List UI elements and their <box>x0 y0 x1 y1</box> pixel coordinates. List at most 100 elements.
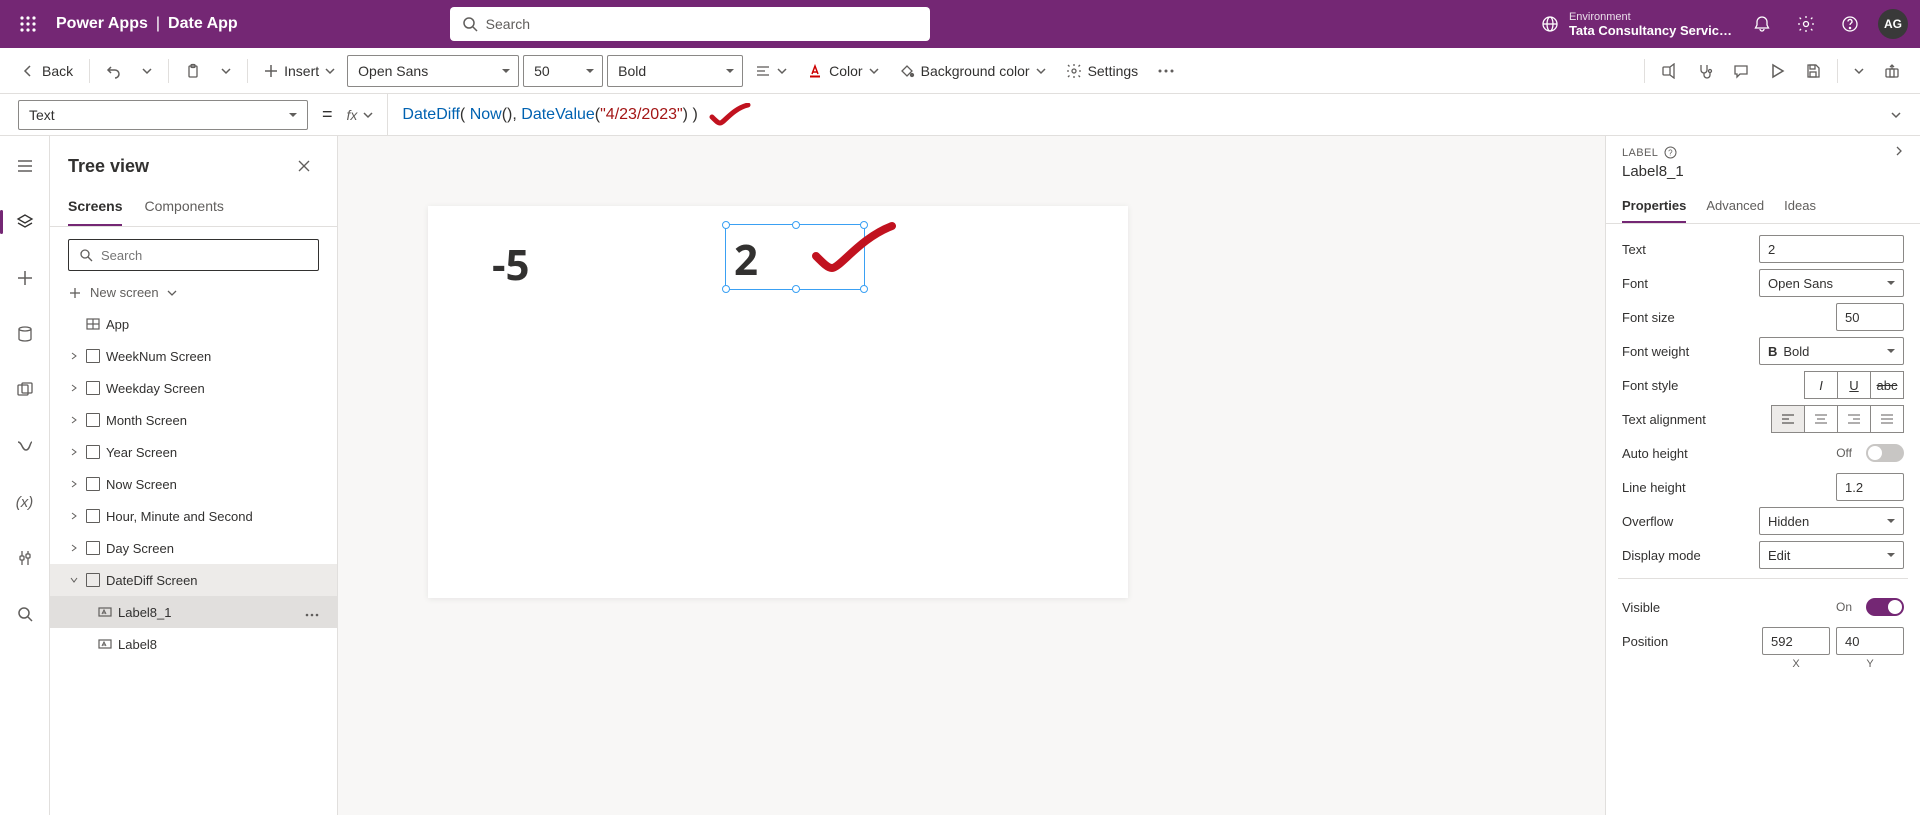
italic-button[interactable]: I <box>1804 371 1838 399</box>
prop-value: 2 <box>1768 242 1775 257</box>
props-tab-advanced[interactable]: Advanced <box>1706 192 1764 223</box>
tab-components[interactable]: Components <box>144 190 223 226</box>
formula-input[interactable]: DateDiff( Now(), DateValue("4/23/2023") … <box>402 103 751 127</box>
font-family-select[interactable]: Open Sans <box>347 55 519 87</box>
align-left-button[interactable] <box>1771 405 1805 433</box>
align-right-button[interactable] <box>1837 405 1871 433</box>
autoheight-toggle[interactable] <box>1866 444 1904 462</box>
visible-toggle[interactable] <box>1866 598 1904 616</box>
save-button[interactable] <box>1797 55 1829 87</box>
paste-button[interactable] <box>177 55 209 87</box>
back-button[interactable]: Back <box>12 55 81 87</box>
font-size-input[interactable]: 50 <box>523 55 603 87</box>
align-icon <box>755 63 771 79</box>
fx-button[interactable]: fx <box>347 94 389 135</box>
resize-handle[interactable] <box>792 221 800 229</box>
prop-value: Open Sans <box>1768 276 1833 291</box>
rail-insert[interactable] <box>7 260 43 296</box>
environment-picker[interactable]: Environment Tata Consultancy Servic… <box>1541 11 1732 38</box>
tree-search[interactable] <box>68 239 319 271</box>
new-screen-button[interactable]: New screen <box>50 277 337 308</box>
more-button[interactable] <box>1150 55 1182 87</box>
info-icon[interactable]: ? <box>1664 146 1677 159</box>
strikethrough-button[interactable]: abc <box>1870 371 1904 399</box>
prop-fontweight-select[interactable]: BBold <box>1759 337 1904 365</box>
underline-button[interactable]: U <box>1837 371 1871 399</box>
background-color-button[interactable]: Background color <box>891 55 1054 87</box>
settings-icon[interactable] <box>1784 0 1828 48</box>
resize-handle[interactable] <box>792 285 800 293</box>
paste-menu[interactable] <box>213 55 239 87</box>
publish-button[interactable] <box>1876 55 1908 87</box>
screen-icon <box>86 541 100 555</box>
insert-button[interactable]: Insert <box>256 55 343 87</box>
props-tab-properties[interactable]: Properties <box>1622 192 1686 223</box>
canvas-label-a[interactable]: -5 <box>492 236 530 293</box>
prop-overflow-select[interactable]: Hidden <box>1759 507 1904 535</box>
rail-search[interactable] <box>7 596 43 632</box>
font-weight-select[interactable]: Bold <box>607 55 743 87</box>
props-tab-ideas[interactable]: Ideas <box>1784 192 1816 223</box>
media-icon <box>16 381 34 399</box>
resize-handle[interactable] <box>860 285 868 293</box>
tree-node-screen[interactable]: Weekday Screen <box>50 372 337 404</box>
avatar[interactable]: AG <box>1878 9 1908 39</box>
tree-node-label-selected[interactable]: Label8_1 <box>50 596 337 628</box>
property-dropdown[interactable]: Text <box>18 100 308 130</box>
tree-node-screen[interactable]: Day Screen <box>50 532 337 564</box>
prop-label: Line height <box>1622 480 1828 495</box>
tab-screens[interactable]: Screens <box>68 190 122 226</box>
node-more-button[interactable] <box>299 605 325 620</box>
header-search[interactable]: Search <box>450 7 930 41</box>
settings-button[interactable]: Settings <box>1058 55 1147 87</box>
undo-menu[interactable] <box>134 55 160 87</box>
resize-handle[interactable] <box>722 285 730 293</box>
comments-button[interactable] <box>1725 55 1757 87</box>
share-button[interactable] <box>1653 55 1685 87</box>
props-expand-button[interactable] <box>1894 146 1904 159</box>
publish-menu[interactable] <box>1846 55 1872 87</box>
canvas-screen[interactable]: -5 2 <box>428 206 1128 598</box>
tree-node-screen[interactable]: Month Screen <box>50 404 337 436</box>
rail-media[interactable] <box>7 372 43 408</box>
axis-label: Y <box>1836 658 1904 670</box>
tree-close-button[interactable] <box>289 150 319 182</box>
resize-handle[interactable] <box>722 221 730 229</box>
rail-hamburger[interactable] <box>7 148 43 184</box>
rail-tree-view[interactable] <box>7 204 43 240</box>
prop-font-select[interactable]: Open Sans <box>1759 269 1904 297</box>
prop-lineheight-input[interactable]: 1.2 <box>1836 473 1904 501</box>
tree-node-screen[interactable]: WeekNum Screen <box>50 340 337 372</box>
notifications-icon[interactable] <box>1740 0 1784 48</box>
color-button[interactable]: Color <box>799 55 886 87</box>
undo-button[interactable] <box>98 55 130 87</box>
rail-data[interactable] <box>7 316 43 352</box>
prop-position-x[interactable]: 592 <box>1762 627 1830 655</box>
prop-position-y[interactable]: 40 <box>1836 627 1904 655</box>
prop-displaymode-select[interactable]: Edit <box>1759 541 1904 569</box>
rail-tools[interactable] <box>7 540 43 576</box>
tree-node-screen-expanded[interactable]: DateDiff Screen <box>50 564 337 596</box>
canvas-area[interactable]: -5 2 <box>338 136 1605 815</box>
screen-icon <box>86 477 100 491</box>
checker-button[interactable] <box>1689 55 1721 87</box>
align-button[interactable] <box>747 55 795 87</box>
tree-search-input[interactable] <box>101 248 308 263</box>
waffle-icon[interactable] <box>12 8 44 40</box>
globe-icon <box>1541 15 1559 33</box>
align-center-button[interactable] <box>1804 405 1838 433</box>
rail-variables[interactable]: (x) <box>7 484 43 520</box>
prop-text-input[interactable]: 2 <box>1759 235 1904 263</box>
tree-node-screen[interactable]: Now Screen <box>50 468 337 500</box>
align-justify-button[interactable] <box>1870 405 1904 433</box>
prop-fontsize-input[interactable]: 50 <box>1836 303 1904 331</box>
rail-flows[interactable] <box>7 428 43 464</box>
tree-node-app[interactable]: App <box>50 308 337 340</box>
preview-button[interactable] <box>1761 55 1793 87</box>
formula-expand-button[interactable] <box>1882 99 1910 131</box>
tree-node-label-control[interactable]: Label8 <box>50 628 337 660</box>
tree-node-screen[interactable]: Hour, Minute and Second <box>50 500 337 532</box>
help-icon[interactable] <box>1828 0 1872 48</box>
chevron-down-icon <box>1890 109 1902 121</box>
tree-node-screen[interactable]: Year Screen <box>50 436 337 468</box>
